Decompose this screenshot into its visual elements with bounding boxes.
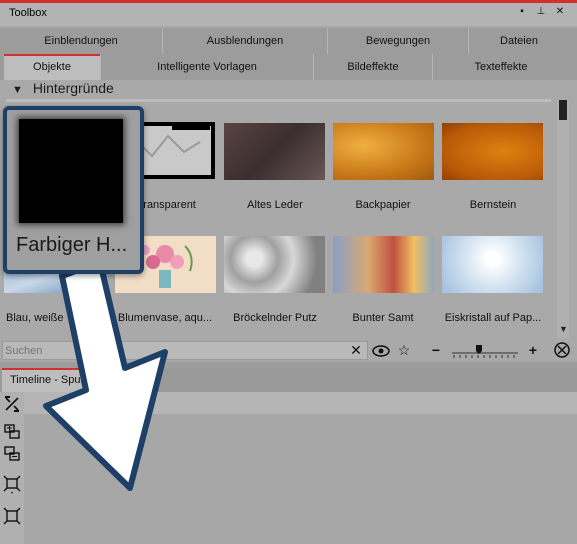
thumb-altes-leder[interactable]	[224, 123, 325, 180]
search-input[interactable]	[2, 341, 368, 360]
collapse-triangle-icon[interactable]: ▼	[12, 84, 23, 96]
tab-row-top: Einblendungen Ausblendungen Bewegungen D…	[0, 28, 577, 55]
star-icon[interactable]: ☆	[394, 341, 414, 360]
scrollbar-thumb[interactable]	[559, 100, 567, 120]
tab-storyboard[interactable]: board	[120, 368, 188, 392]
tab-ausblendungen[interactable]: Ausblendungen	[162, 28, 327, 55]
item-caption: Bernstein	[469, 199, 517, 211]
remove-track-icon[interactable]	[2, 444, 22, 464]
timeline-tab-row: Timeline - Spura board	[0, 368, 577, 392]
pin-icon[interactable]: ⊥	[535, 6, 547, 17]
tab-intelligente-vorlagen[interactable]: Intelligente Vorlagen	[100, 54, 313, 80]
close-icon[interactable]: ✕	[554, 6, 566, 17]
item-caption: Bunter Samt	[352, 312, 414, 324]
tab-timeline[interactable]: Timeline - Spura	[2, 368, 120, 392]
timeline-ruler[interactable]	[24, 392, 577, 414]
item-caption: Altes Leder	[247, 199, 303, 211]
drag-preview-card: Farbiger H...	[3, 106, 144, 274]
scroll-down-icon[interactable]: ▼	[559, 324, 568, 334]
thumb-broeckelnder-putz[interactable]	[224, 236, 325, 293]
thumb-bunter-samt[interactable]	[333, 236, 434, 293]
add-track-icon[interactable]	[2, 422, 22, 442]
thumb-backpapier[interactable]	[333, 123, 434, 180]
tab-row-bottom: Objekte Intelligente Vorlagen Bildeffekt…	[0, 54, 577, 80]
item-caption: Blau, weiße	[6, 312, 64, 324]
color-swatch	[19, 119, 123, 223]
zoom-out-icon[interactable]: −	[426, 341, 446, 360]
item-caption: Eiskristall auf Pap...	[444, 312, 542, 324]
thumb-bernstein[interactable]	[442, 123, 543, 180]
tab-bewegungen[interactable]: Bewegungen	[327, 28, 468, 55]
section-divider	[6, 99, 551, 102]
timeline-toolbar	[0, 392, 24, 544]
toolbox-titlebar: Toolbox ▪ ⊥ ✕	[0, 3, 577, 26]
window-title: Toolbox	[9, 7, 47, 19]
tab-objekte[interactable]: Objekte	[4, 54, 100, 80]
item-caption: Backpapier	[355, 199, 411, 211]
tab-dateien[interactable]: Dateien	[468, 28, 569, 55]
clear-search-icon[interactable]: ✕	[346, 341, 366, 360]
item-caption: Blumenvase, aqu...	[117, 312, 213, 324]
fit-tracks-icon[interactable]	[2, 506, 22, 526]
magnet-tool-icon[interactable]	[2, 394, 22, 414]
tab-bildeffekte[interactable]: Bildeffekte	[313, 54, 432, 80]
zoom-in-icon[interactable]: +	[523, 341, 543, 360]
zoom-fit-icon[interactable]	[552, 341, 572, 360]
search-bar: ✕ ☆ − +	[0, 340, 577, 362]
dock-icon[interactable]: ▪	[516, 6, 528, 17]
preview-label: Farbiger H...	[16, 234, 128, 256]
item-caption: Bröckelnder Putz	[233, 312, 317, 324]
timeline-area[interactable]	[24, 392, 577, 544]
eye-icon[interactable]	[371, 341, 391, 360]
tab-einblendungen[interactable]: Einblendungen	[0, 28, 162, 55]
zoom-slider[interactable]	[450, 341, 520, 360]
tab-texteffekte[interactable]: Texteffekte	[432, 54, 569, 80]
expand-tracks-icon[interactable]	[2, 474, 22, 494]
section-title: Hintergründe	[32, 80, 114, 96]
vertical-scrollbar[interactable]: ▼	[557, 100, 569, 338]
section-header[interactable]: ▼ Hintergründe	[12, 80, 114, 100]
thumb-eiskristall[interactable]	[442, 236, 543, 293]
